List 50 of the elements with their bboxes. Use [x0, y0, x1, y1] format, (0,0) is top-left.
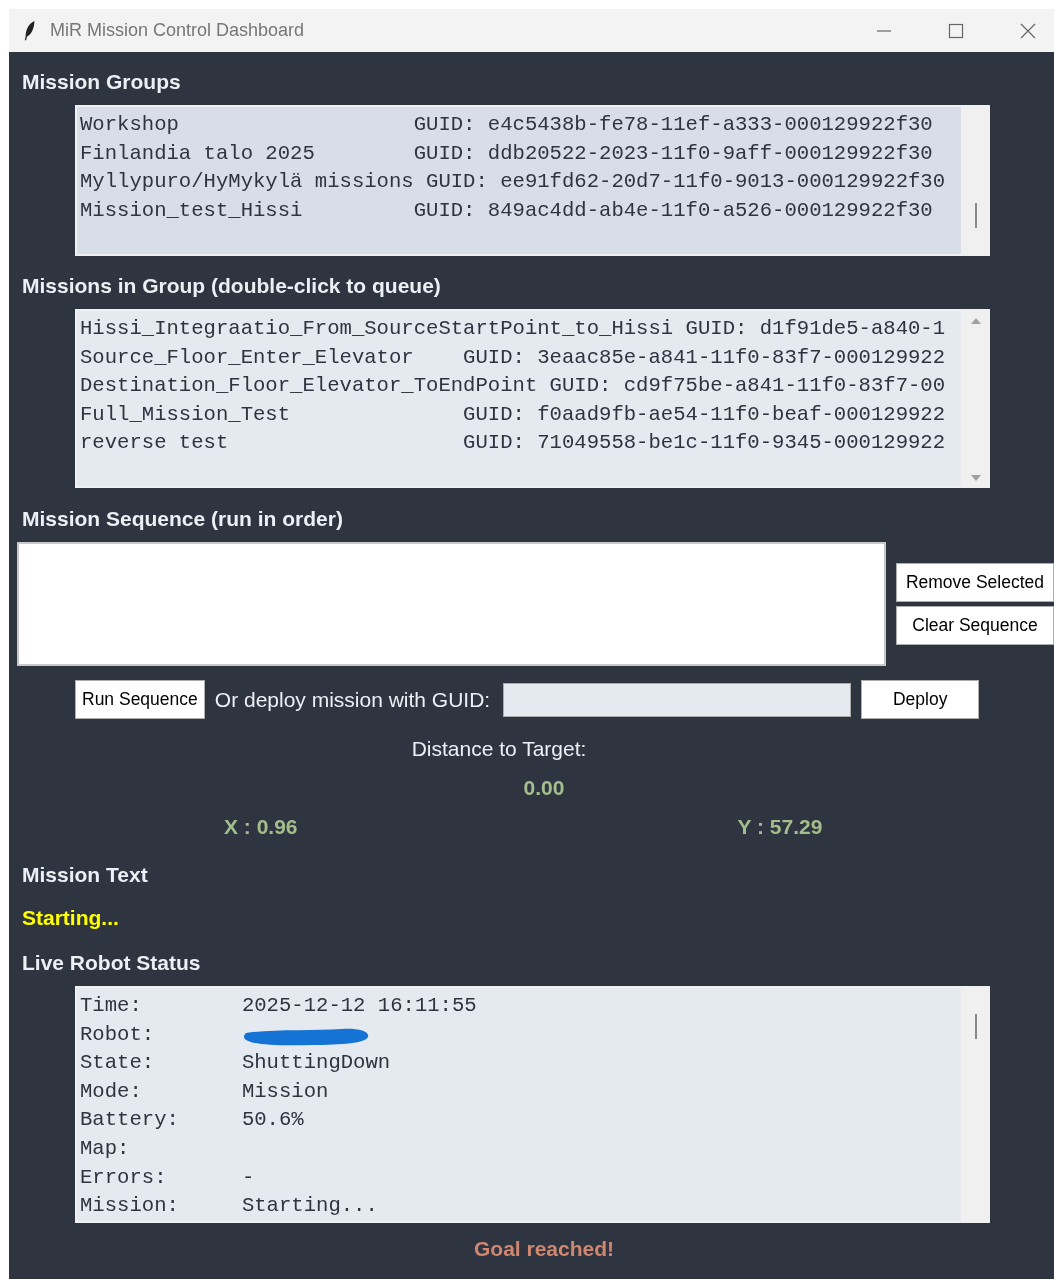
run-sequence-button[interactable]: Run Sequence — [75, 680, 205, 719]
status-value: 2025-12-12 16:11:55 — [241, 993, 477, 1019]
status-label: Battery: — [80, 1107, 180, 1134]
status-value: - — [241, 1164, 255, 1191]
status-label: Robot: — [80, 1021, 156, 1048]
feather-icon — [23, 20, 37, 41]
status-label: Mission: — [80, 1193, 180, 1220]
distance-value: 0.00 — [522, 776, 566, 800]
section-heading: Missions in Group (double-click to queue) — [22, 273, 442, 299]
list-row[interactable]: reverse test GUID: 71049558-be1c-11f0-9345-000129922 — [80, 429, 961, 458]
goal-message: Goal reached! — [472, 1237, 616, 1261]
scrollbar[interactable] — [962, 105, 990, 256]
scroll-down-icon[interactable] — [970, 474, 982, 482]
list-row[interactable]: Mission_test_Hissi GUID: 849ac4dd-ab4e-11f0-a526-000129922f30 — [80, 196, 961, 225]
section-heading: Mission Groups — [22, 69, 182, 95]
section-heading: Live Robot Status — [22, 950, 202, 976]
status-value: ShuttingDown — [241, 1050, 391, 1077]
scrollbar[interactable] — [962, 986, 990, 1223]
status-value: 50.6% — [241, 1107, 304, 1134]
status-label: Errors: — [80, 1164, 168, 1191]
scroll-up-icon[interactable] — [970, 317, 982, 325]
list-row[interactable]: Destination_Floor_Elevator_ToEndPoint GUID: cd9f75be-a841-11f0-83f7-00 — [80, 372, 961, 401]
status-value: Mission — [241, 1078, 329, 1105]
mission-text: Starting... — [22, 906, 120, 930]
sequence-button[interactable]: Remove Selected — [896, 563, 1054, 602]
sequence-button[interactable]: Clear Sequence — [896, 606, 1054, 645]
scroll-thumb[interactable] — [975, 1014, 977, 1039]
sequence-list[interactable] — [17, 542, 886, 666]
status-label: Map: — [80, 1135, 131, 1162]
deploy-button[interactable]: Deploy — [861, 680, 980, 719]
status-label: State: — [80, 1050, 156, 1077]
status-label: Mode: — [80, 1078, 143, 1105]
list-row[interactable]: Source_Floor_Enter_Elevator GUID: 3eaac85e-a841-11f0-83f7-000129922 — [80, 343, 961, 372]
list-row[interactable]: Hissi_Integraatio_From_SourceStartPoint_to_Hissi GUID: d1f91de5-a840-1 — [80, 315, 961, 344]
y-coordinate: Y : 57.29 — [737, 815, 823, 839]
list-row[interactable]: Full_Mission_Test GUID: f0aad9fb-ae54-11f0-beaf-000129922 — [80, 400, 961, 429]
distance-label: Distance to Target: — [410, 737, 588, 761]
scroll-thumb[interactable] — [975, 203, 977, 228]
x-coordinate: X : 0.96 — [224, 815, 298, 839]
guid-input-field[interactable] — [503, 682, 852, 717]
window-title: MiR Mission Control Dashboard — [50, 20, 305, 41]
list-row[interactable]: Myllypuro/HyMykylä missions GUID: ee91fd62-20d7-11f0-9013-000129922f30 — [80, 168, 961, 197]
status-value: Starting... — [241, 1193, 378, 1220]
section-heading: Mission Sequence (run in order) — [22, 506, 344, 532]
list-row[interactable]: Workshop GUID: e4c5438b-fe78-11ef-a333-000129922f30 — [80, 111, 961, 140]
section-heading: Mission Text — [22, 862, 149, 888]
guid-label: Or deploy mission with GUID: — [214, 687, 491, 712]
status-label: Time: — [80, 993, 143, 1019]
list-row[interactable]: Finlandia talo 2025 GUID: ddb20522-2023-11f0-9aff-000129922f30 — [80, 139, 961, 168]
scrollbar[interactable] — [962, 309, 990, 488]
